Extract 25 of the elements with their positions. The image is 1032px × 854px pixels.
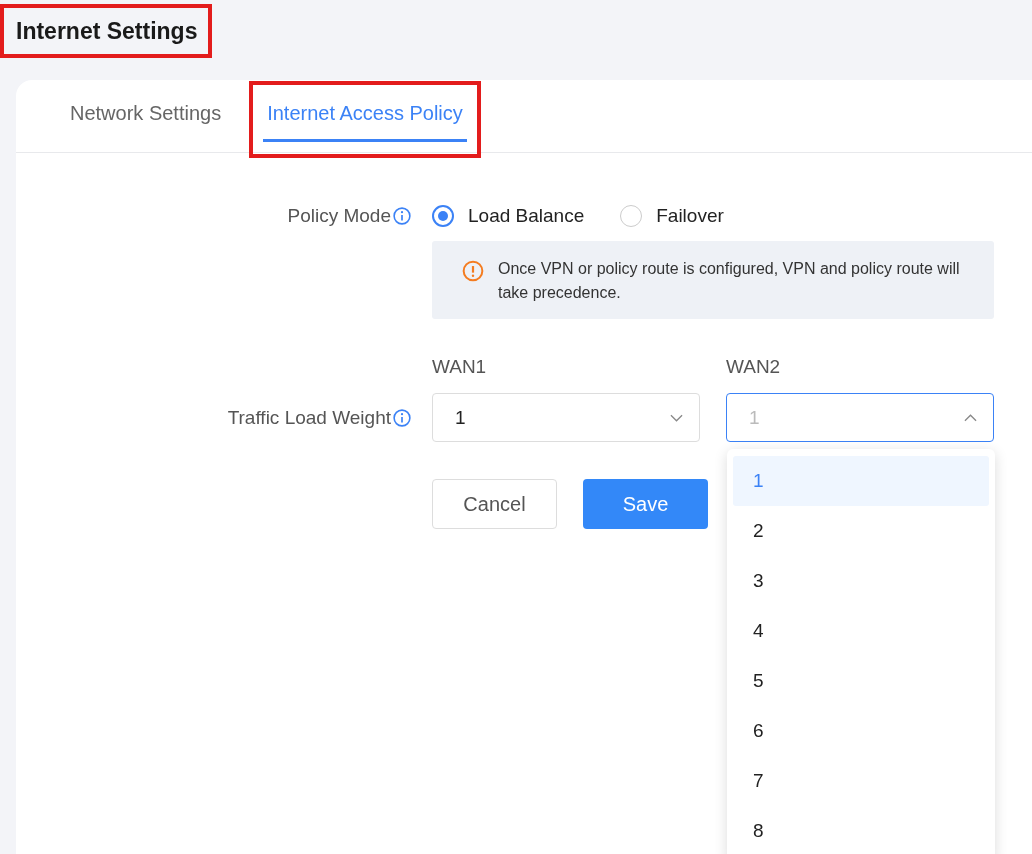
tab[interactable]: Internet Access Policy [249, 81, 481, 158]
dropdown-option[interactable]: 3 [733, 556, 989, 606]
warning-icon [462, 260, 484, 282]
tab[interactable]: Network Settings [52, 81, 240, 158]
dropdown-option[interactable]: 7 [733, 756, 989, 806]
field-label: Policy Mode [287, 205, 391, 227]
radio-option[interactable]: Failover [620, 205, 724, 227]
cancel-button[interactable]: Cancel [432, 479, 557, 529]
chevron-up-icon [964, 413, 977, 422]
dropdown-option[interactable]: 6 [733, 706, 989, 756]
select-field[interactable]: 1 [432, 393, 700, 442]
radio-button[interactable] [432, 205, 454, 227]
column-label: WAN1 [432, 356, 488, 378]
radio-option[interactable]: Load Balance [432, 205, 585, 227]
chevron-down-icon [670, 413, 683, 422]
info-icon[interactable] [393, 408, 411, 427]
page-title: Internet Settings [0, 4, 213, 58]
field-label: Traffic Load Weight [227, 406, 391, 429]
info-icon[interactable] [393, 207, 411, 225]
column-label: WAN2 [726, 356, 782, 378]
dropdown-option[interactable]: 2 [733, 506, 989, 556]
dropdown-option[interactable]: 4 [733, 606, 989, 656]
dropdown-option[interactable]: 8 [733, 806, 989, 854]
dropdown-option[interactable]: 5 [733, 656, 989, 706]
notice-text: Once VPN or policy route is configured, VPN and policy route will take precedence. [498, 259, 961, 303]
